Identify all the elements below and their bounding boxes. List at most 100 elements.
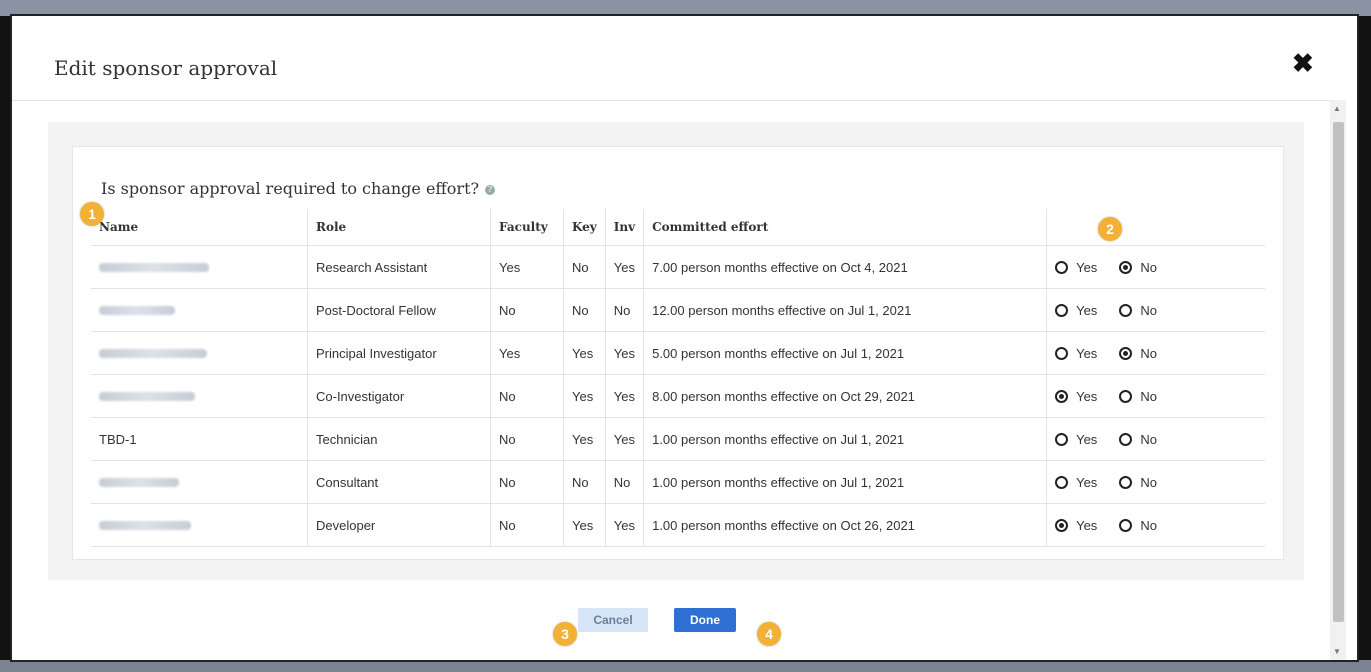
radio-option-no[interactable]: No [1119, 432, 1157, 447]
modal-scrollbar[interactable]: ▲ ▼ [1330, 100, 1346, 660]
radio-option-no[interactable]: No [1119, 346, 1157, 361]
table-header-row: Name Role Faculty Key Inv Committed effo… [91, 209, 1265, 246]
radio-yes-button[interactable] [1055, 475, 1069, 489]
radio-no-label: No [1140, 302, 1157, 318]
modal-header: Edit sponsor approval ✖ [12, 16, 1332, 101]
radio-no-label: No [1140, 345, 1157, 361]
done-button[interactable]: Done [674, 608, 736, 632]
approval-radio-group: Yes No [1055, 389, 1257, 404]
cell-approval: Yes No [1046, 503, 1265, 547]
callout-badge-2: 2 [1098, 217, 1122, 241]
radio-option-no[interactable]: No [1119, 303, 1157, 318]
approval-radio-group: Yes No [1055, 475, 1257, 490]
table-row: Principal Investigator Yes Yes Yes 5.00 pers… [91, 331, 1265, 375]
radio-option-yes[interactable]: Yes [1055, 346, 1097, 361]
redacted-name [99, 520, 191, 530]
cell-effort: 1.00 person months effective on Oct 26, … [643, 503, 1048, 547]
cell-inv: No [605, 460, 645, 504]
cell-approval: Yes No [1046, 288, 1265, 332]
radio-option-yes[interactable]: Yes [1055, 389, 1097, 404]
radio-yes-label: Yes [1076, 345, 1098, 361]
radio-yes-button[interactable] [1055, 260, 1069, 274]
table-row: Post-Doctoral Fellow No No No 12.00 person m… [91, 288, 1265, 332]
radio-option-no[interactable]: No [1119, 475, 1157, 490]
radio-option-yes[interactable]: Yes [1055, 432, 1097, 447]
cancel-button[interactable]: Cancel [578, 608, 648, 632]
radio-no-button[interactable] [1119, 303, 1133, 317]
callout-badge-1: 1 [80, 202, 104, 226]
cell-role: Technician [307, 417, 491, 461]
approval-radio-group: Yes No [1055, 346, 1257, 361]
radio-no-button[interactable] [1119, 432, 1133, 446]
radio-yes-button[interactable] [1055, 432, 1069, 446]
radio-option-no[interactable]: No [1119, 518, 1157, 533]
radio-no-label: No [1140, 517, 1157, 533]
radio-option-no[interactable]: No [1119, 389, 1157, 404]
radio-yes-button[interactable] [1055, 518, 1069, 532]
approval-question: Is sponsor approval required to change e… [101, 179, 496, 198]
modal-body: Is sponsor approval required to change e… [48, 122, 1304, 580]
radio-yes-label: Yes [1076, 259, 1098, 275]
approval-panel: Is sponsor approval required to change e… [72, 146, 1284, 560]
approval-radio-group: Yes No [1055, 518, 1257, 533]
close-icon[interactable]: ✖ [1292, 50, 1314, 76]
cell-faculty: Yes [490, 245, 564, 289]
table-row: Co-Investigator No Yes Yes 8.00 person month… [91, 374, 1265, 418]
scroll-down-arrow-icon[interactable]: ▼ [1333, 647, 1341, 656]
redacted-name [99, 391, 195, 401]
redacted-name [99, 262, 209, 272]
cell-faculty: No [490, 288, 564, 332]
table-row: Research Assistant Yes No Yes 7.00 person mo… [91, 245, 1265, 289]
radio-option-yes[interactable]: Yes [1055, 475, 1097, 490]
radio-yes-button[interactable] [1055, 389, 1069, 403]
radio-no-button[interactable] [1119, 260, 1133, 274]
radio-yes-button[interactable] [1055, 346, 1069, 360]
approval-radio-group: Yes No [1055, 303, 1257, 318]
redacted-name [99, 305, 175, 315]
cell-effort: 1.00 person months effective on Jul 1, 2… [643, 460, 1048, 504]
radio-no-button[interactable] [1119, 389, 1133, 403]
radio-no-button[interactable] [1119, 518, 1133, 532]
cell-approval: Yes No [1046, 417, 1265, 461]
cell-name [91, 245, 308, 289]
radio-option-no[interactable]: No [1119, 260, 1157, 275]
cell-approval: Yes No [1046, 460, 1265, 504]
cell-role: Co-Investigator [307, 374, 491, 418]
radio-option-yes[interactable]: Yes [1055, 260, 1097, 275]
radio-option-yes[interactable]: Yes [1055, 518, 1097, 533]
cell-effort: 8.00 person months effective on Oct 29, … [643, 374, 1048, 418]
cell-inv: Yes [605, 503, 645, 547]
scroll-up-arrow-icon[interactable]: ▲ [1333, 104, 1341, 113]
col-approval [1046, 209, 1265, 246]
cell-approval: Yes No [1046, 331, 1265, 375]
cell-name [91, 460, 308, 504]
cell-inv: Yes [605, 374, 645, 418]
help-icon[interactable]: ? [485, 184, 496, 195]
cell-faculty: No [490, 503, 564, 547]
cell-key: Yes [563, 331, 606, 375]
col-role: Role [307, 209, 491, 246]
cell-key: Yes [563, 374, 606, 418]
cell-approval: Yes No [1046, 245, 1265, 289]
cell-effort: 1.00 person months effective on Jul 1, 2… [643, 417, 1048, 461]
radio-no-label: No [1140, 431, 1157, 447]
cell-name: TBD-1 [91, 417, 308, 461]
personnel-table: Name Role Faculty Key Inv Committed effo… [91, 209, 1265, 547]
col-key: Key [563, 209, 606, 246]
col-name: Name [91, 209, 308, 246]
table-row: Developer No Yes Yes 1.00 person months effe… [91, 503, 1265, 547]
cell-inv: No [605, 288, 645, 332]
cell-effort: 5.00 person months effective on Jul 1, 2… [643, 331, 1048, 375]
cell-role: Consultant [307, 460, 491, 504]
table-row: TBD-1 Technician No Yes Yes 1.00 person month… [91, 417, 1265, 461]
radio-no-button[interactable] [1119, 346, 1133, 360]
cell-key: No [563, 288, 606, 332]
radio-yes-label: Yes [1076, 474, 1098, 490]
cell-role: Principal Investigator [307, 331, 491, 375]
radio-option-yes[interactable]: Yes [1055, 303, 1097, 318]
radio-yes-button[interactable] [1055, 303, 1069, 317]
radio-yes-label: Yes [1076, 517, 1098, 533]
radio-no-button[interactable] [1119, 475, 1133, 489]
scroll-thumb[interactable] [1333, 122, 1344, 622]
approval-radio-group: Yes No [1055, 260, 1257, 275]
